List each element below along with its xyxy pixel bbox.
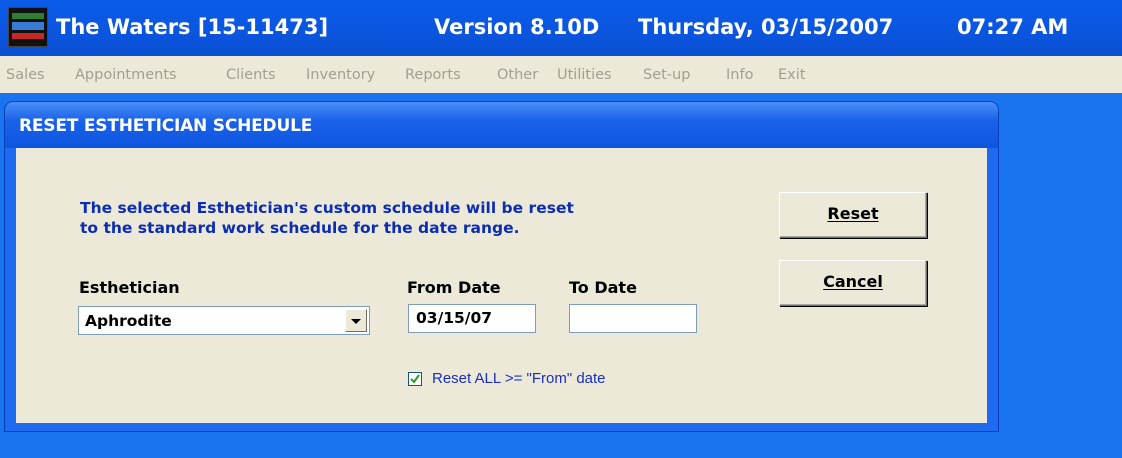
menu-other[interactable]: Other <box>497 66 538 84</box>
dropdown-button[interactable] <box>345 309 367 332</box>
cancel-button-label: Cancel <box>823 272 883 291</box>
window-title-bar: The Waters [15-11473] Version 8.10D Thur… <box>0 0 1122 56</box>
from-date-label: From Date <box>407 278 501 297</box>
checkmark-icon <box>410 374 420 384</box>
menu-bar: Sales Appointments Clients Inventory Rep… <box>0 56 1122 93</box>
menu-appointments[interactable]: Appointments <box>75 66 177 84</box>
esthetician-label: Esthetician <box>79 278 180 297</box>
version-label: Version 8.10D <box>434 15 600 39</box>
reset-button[interactable]: Reset <box>779 192 927 238</box>
reset-all-label[interactable]: Reset ALL >= "From" date <box>432 370 606 388</box>
menu-exit[interactable]: Exit <box>778 66 805 84</box>
esthetician-select-value: Aphrodite <box>85 312 172 330</box>
cancel-button[interactable]: Cancel <box>779 260 927 306</box>
chevron-down-icon <box>351 319 361 324</box>
current-date: Thursday, 03/15/2007 <box>638 15 894 39</box>
from-date-value: 03/15/07 <box>416 309 493 327</box>
esthetician-select[interactable]: Aphrodite <box>78 306 370 335</box>
menu-reports[interactable]: Reports <box>405 66 461 84</box>
menu-sales[interactable]: Sales <box>6 66 45 84</box>
to-date-input[interactable] <box>569 304 697 333</box>
app-icon[interactable] <box>8 7 48 47</box>
reset-button-label: Reset <box>827 204 879 223</box>
instructions-line-2: to the standard work schedule for the da… <box>80 219 520 237</box>
instructions-line-1: The selected Esthetician's custom schedu… <box>80 199 574 217</box>
dialog-body: The selected Esthetician's custom schedu… <box>16 148 987 423</box>
reset-schedule-dialog: RESET ESTHETICIAN SCHEDULE The selected … <box>5 102 998 431</box>
instructions-text: The selected Esthetician's custom schedu… <box>80 198 760 238</box>
menu-inventory[interactable]: Inventory <box>306 66 375 84</box>
dialog-title: RESET ESTHETICIAN SCHEDULE <box>19 116 313 136</box>
dialog-title-bar[interactable]: RESET ESTHETICIAN SCHEDULE <box>5 102 998 148</box>
menu-clients[interactable]: Clients <box>226 66 276 84</box>
menu-setup[interactable]: Set-up <box>643 66 690 84</box>
menu-utilities[interactable]: Utilities <box>557 66 612 84</box>
current-time: 07:27 AM <box>957 15 1069 39</box>
reset-all-checkbox[interactable] <box>408 372 422 386</box>
from-date-input[interactable]: 03/15/07 <box>408 304 536 333</box>
window-title: The Waters [15-11473] <box>56 15 329 39</box>
menu-info[interactable]: Info <box>726 66 753 84</box>
to-date-label: To Date <box>569 278 637 297</box>
